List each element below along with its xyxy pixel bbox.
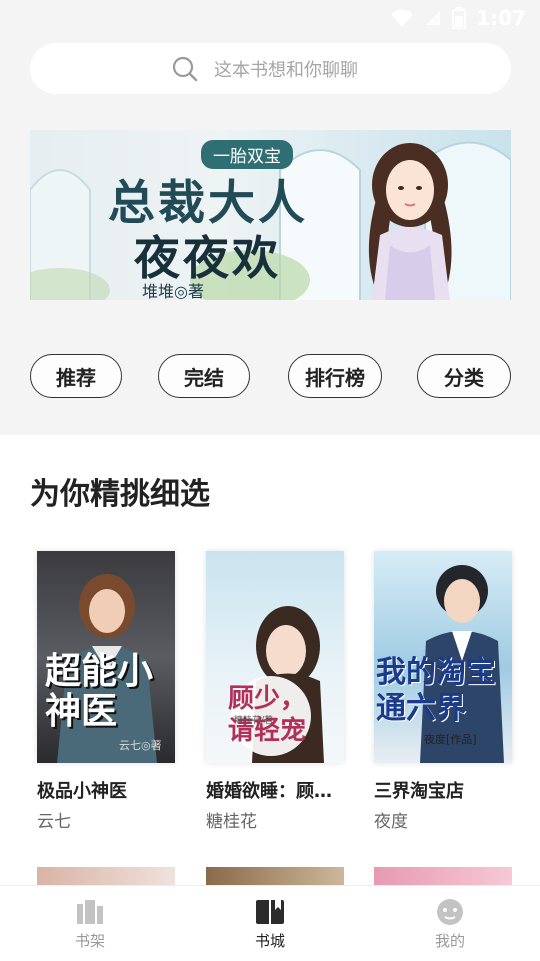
book-title: 三界淘宝店 xyxy=(374,781,464,802)
book-cover-peek[interactable] xyxy=(37,867,175,885)
search-icon xyxy=(172,56,198,82)
cover-author: 云七◎著 xyxy=(119,739,162,752)
signal-off-icon xyxy=(426,11,441,25)
tab-label: 书城 xyxy=(254,932,285,950)
status-time: 1:07 xyxy=(476,6,526,30)
cover-author: 夜度[作品] xyxy=(424,733,477,746)
tab-mine[interactable]: 我的 xyxy=(400,898,500,951)
book-author: 云七 xyxy=(37,812,71,832)
book-cover-peek[interactable] xyxy=(206,867,344,885)
bookshelf-icon xyxy=(77,900,103,924)
book-cover-peek[interactable] xyxy=(374,867,512,885)
section-title: 为你精挑细选 xyxy=(30,477,210,512)
category-recommend-button[interactable]: 推荐 xyxy=(30,354,122,398)
bottom-tab-bar: 书架 书城 我的 xyxy=(0,885,540,961)
book-cover: 顾少，请轻宠 糖桂花/著 xyxy=(206,551,344,763)
cover-title: 我的淘宝通六界 xyxy=(376,655,496,726)
banner-author: 堆堆◎著 xyxy=(142,282,204,300)
book-author: 糖桂花 xyxy=(206,812,257,832)
tab-label: 我的 xyxy=(434,932,465,950)
search-placeholder: 这本书想和你聊聊 xyxy=(214,60,358,81)
book-author: 夜度 xyxy=(374,812,408,832)
book-card[interactable]: 我的淘宝通六界 夜度[作品] 三界淘宝店 夜度 xyxy=(374,551,514,832)
wifi-icon xyxy=(391,9,414,27)
book-title: 婚婚欲睡：顾少... xyxy=(206,781,346,802)
category-classify-button[interactable]: 分类 xyxy=(417,354,511,398)
recommend-section: 为你精挑细选 超能小神医 云七◎著 极品小神医 云七 顾少，请轻宠 糖桂花/著 … xyxy=(0,435,540,885)
cover-author: 糖桂花/著 xyxy=(234,716,274,726)
search-bar[interactable]: 这本书想和你聊聊 xyxy=(30,43,511,94)
book-title: 极品小神医 xyxy=(37,781,127,802)
book-card[interactable]: 顾少，请轻宠 糖桂花/著 婚婚欲睡：顾少... 糖桂花 xyxy=(206,551,346,832)
category-row: 推荐 完结 排行榜 分类 xyxy=(0,354,540,400)
status-icons: 1:07 xyxy=(390,6,526,30)
cover-title: 超能小神医 xyxy=(45,650,154,732)
category-ranking-button[interactable]: 排行榜 xyxy=(288,354,382,398)
tab-bookstore[interactable]: 书城 xyxy=(220,898,320,951)
profile-face-icon xyxy=(437,899,463,925)
book-cover: 我的淘宝通六界 夜度[作品] xyxy=(374,551,512,763)
battery-icon xyxy=(452,7,467,29)
category-completed-button[interactable]: 完结 xyxy=(158,354,250,398)
promo-banner[interactable]: 一胎双宝 总裁大人 夜夜欢 堆堆◎著 xyxy=(30,130,511,300)
status-bar: 1:07 xyxy=(0,0,540,36)
tab-label: 书架 xyxy=(74,932,105,950)
tab-bookshelf[interactable]: 书架 xyxy=(40,898,140,951)
book-open-icon xyxy=(256,900,284,924)
book-card[interactable]: 超能小神医 云七◎著 极品小神医 云七 xyxy=(37,551,177,832)
book-cover: 超能小神医 云七◎著 xyxy=(37,551,175,763)
